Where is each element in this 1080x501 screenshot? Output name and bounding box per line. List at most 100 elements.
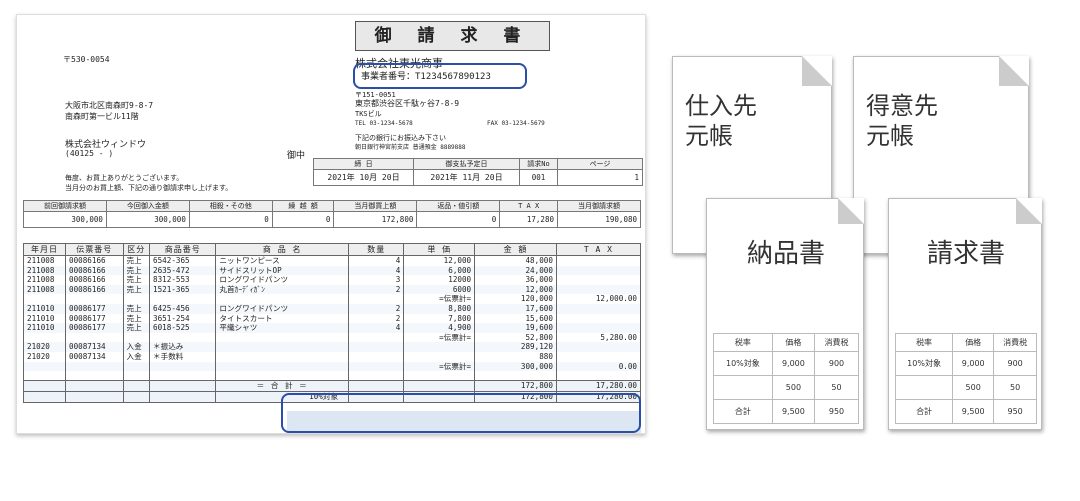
- item-cell: 211008: [22, 255, 67, 266]
- page-header: ページ: [557, 158, 643, 170]
- item-cell: [348, 371, 405, 381]
- item-cell: [348, 342, 405, 352]
- item-cell: ＊手数料: [149, 351, 217, 362]
- greeting-line1: 毎度、お買上ありがとうございます。: [65, 174, 184, 182]
- table-row: =伝票計= 120,000 12,000.00: [22, 294, 642, 304]
- tax-cell: 50: [814, 375, 859, 400]
- invoice-no-header: 請求No: [519, 158, 558, 170]
- item-cell: [555, 313, 642, 324]
- item-cell: [65, 361, 124, 372]
- item-cell: 211010: [22, 303, 67, 314]
- item-cell: 00086166: [65, 255, 124, 266]
- item-cell: 21020: [22, 351, 67, 362]
- item-cell: [149, 361, 217, 372]
- summary-header: T A X: [499, 200, 558, 212]
- item-cell: 4: [348, 265, 405, 276]
- greeting-line2: 当月分のお買上額、下記の通り御請求申し上げます。: [65, 184, 233, 192]
- tax-cell: 9,000: [771, 351, 816, 376]
- summary-header: 繰 越 額: [271, 200, 335, 212]
- item-cell: 4: [348, 255, 405, 266]
- table-row: 211010 00086177 売上 3651-254 タイトスカート 2 7,800 15,…: [22, 313, 642, 324]
- issuer-tel: TEL 03-1234-5678: [355, 120, 413, 127]
- item-cell: 12,000: [474, 284, 557, 295]
- item-cell: 8,800: [403, 303, 476, 314]
- item-column-header: 商 品 名: [215, 243, 350, 256]
- item-cell: 21020: [22, 342, 67, 352]
- close-date: 2021年 10月 20日: [313, 169, 414, 186]
- total-amount: 172,800: [474, 380, 557, 393]
- invoice-doc-title: 請求書: [926, 239, 1005, 269]
- item-cell: [555, 265, 642, 276]
- customer-ledger-title: 得意先 元帳: [866, 92, 938, 150]
- item-cell: [22, 371, 67, 381]
- item-cell: 00086177: [65, 323, 124, 333]
- tax-cell: 900: [814, 351, 859, 376]
- item-column-header: 数量: [348, 243, 405, 256]
- item-cell: 211008: [22, 275, 67, 285]
- summary-table: 前回御請求額 今回御入金額 相殺・その他繰 越 額当月御買上額 返品・値引額 T A X…: [23, 200, 642, 228]
- item-cell: [348, 361, 405, 372]
- tax-row: 10%対象 9,000 900: [713, 351, 859, 376]
- tax-cell: 50: [993, 375, 1037, 400]
- item-cell: =伝票計=: [403, 332, 476, 343]
- item-cell: [555, 255, 642, 266]
- item-cell: 入金: [122, 351, 151, 362]
- item-cell: [215, 361, 350, 372]
- item-column-header: 年月日: [22, 243, 67, 256]
- issuer-fax: FAX 03-1234-5679: [487, 120, 545, 127]
- item-cell: 6000: [403, 284, 476, 295]
- table-row: 211008 00086166 売上 6542-365 ニットワンピース 4 12,000 4…: [22, 255, 642, 266]
- item-cell: [215, 342, 350, 352]
- item-cell: [555, 351, 642, 362]
- table-row: 21020 00087134 入金 ＊振込み 289,120: [22, 342, 642, 352]
- summary-value: 0: [188, 211, 273, 228]
- item-cell: [122, 332, 151, 343]
- item-cell: 24,000: [474, 265, 557, 276]
- item-cell: [215, 332, 350, 343]
- recipient-address2: 南森町第一ビル11階: [65, 112, 139, 121]
- recipient-code: (40125 - ): [65, 149, 114, 158]
- item-column-header: 金 額: [474, 243, 557, 256]
- invoice-no: 001: [519, 169, 558, 186]
- summary-value: 0: [416, 211, 501, 228]
- item-cell: [122, 361, 151, 372]
- item-cell: 00086166: [65, 275, 124, 285]
- item-cell: [474, 371, 557, 381]
- item-cell: 売上: [122, 265, 151, 276]
- recipient-postal: 〒530-0054: [63, 55, 110, 64]
- item-cell: [555, 284, 642, 295]
- page-fold: [1016, 198, 1042, 224]
- tax-header-row: 税率 価格 消費税: [713, 333, 859, 352]
- tax-cell: 900: [993, 351, 1037, 376]
- item-cell: 8312-553: [149, 275, 217, 285]
- item-cell: [403, 371, 476, 381]
- item-cell: [22, 294, 67, 304]
- tax-cell: 10%対象: [894, 351, 954, 376]
- item-cell: [65, 332, 124, 343]
- item-cell: 売上: [122, 323, 151, 333]
- tax-cell: 10%対象: [713, 351, 773, 376]
- item-cell: 19,600: [474, 323, 557, 333]
- invoice-sheet: 御 請 求 書 〒530-0054 大阪市北区南森町9-8-7 南森町第一ビル1…: [16, 14, 646, 434]
- tax-header: 税率: [894, 333, 954, 352]
- item-cell: [403, 351, 476, 362]
- tax-cell: 合計: [894, 399, 954, 424]
- summary-value: 190,080: [556, 211, 642, 228]
- item-cell: 売上: [122, 313, 151, 324]
- item-cell: 00087134: [65, 351, 124, 362]
- table-row: 21020 00087134 入金 ＊手数料 880: [22, 351, 642, 362]
- item-cell: 2: [348, 303, 405, 314]
- item-cell: 48,000: [474, 255, 557, 266]
- delivery-tax-table: 税率 価格 消費税 10%対象 9,000 900 500 50 合計 9,500 950: [713, 333, 859, 424]
- item-column-header: 単 価: [403, 243, 476, 256]
- item-cell: 36,000: [474, 275, 557, 285]
- tax-cell: 500: [771, 375, 816, 400]
- item-cell: 300,000: [474, 361, 557, 372]
- item-cell: [149, 371, 217, 381]
- issuer-address: 東京都渋谷区千駄ヶ谷7-8-9: [355, 99, 460, 108]
- item-cell: 15,600: [474, 313, 557, 324]
- item-cell: [555, 303, 642, 314]
- item-cell: 52,800: [474, 332, 557, 343]
- item-column-header: T A X: [555, 243, 642, 256]
- table-row: 211010 00086177 売上 6425-456 ロングワイドパンツ 2 8,800 1…: [22, 303, 642, 314]
